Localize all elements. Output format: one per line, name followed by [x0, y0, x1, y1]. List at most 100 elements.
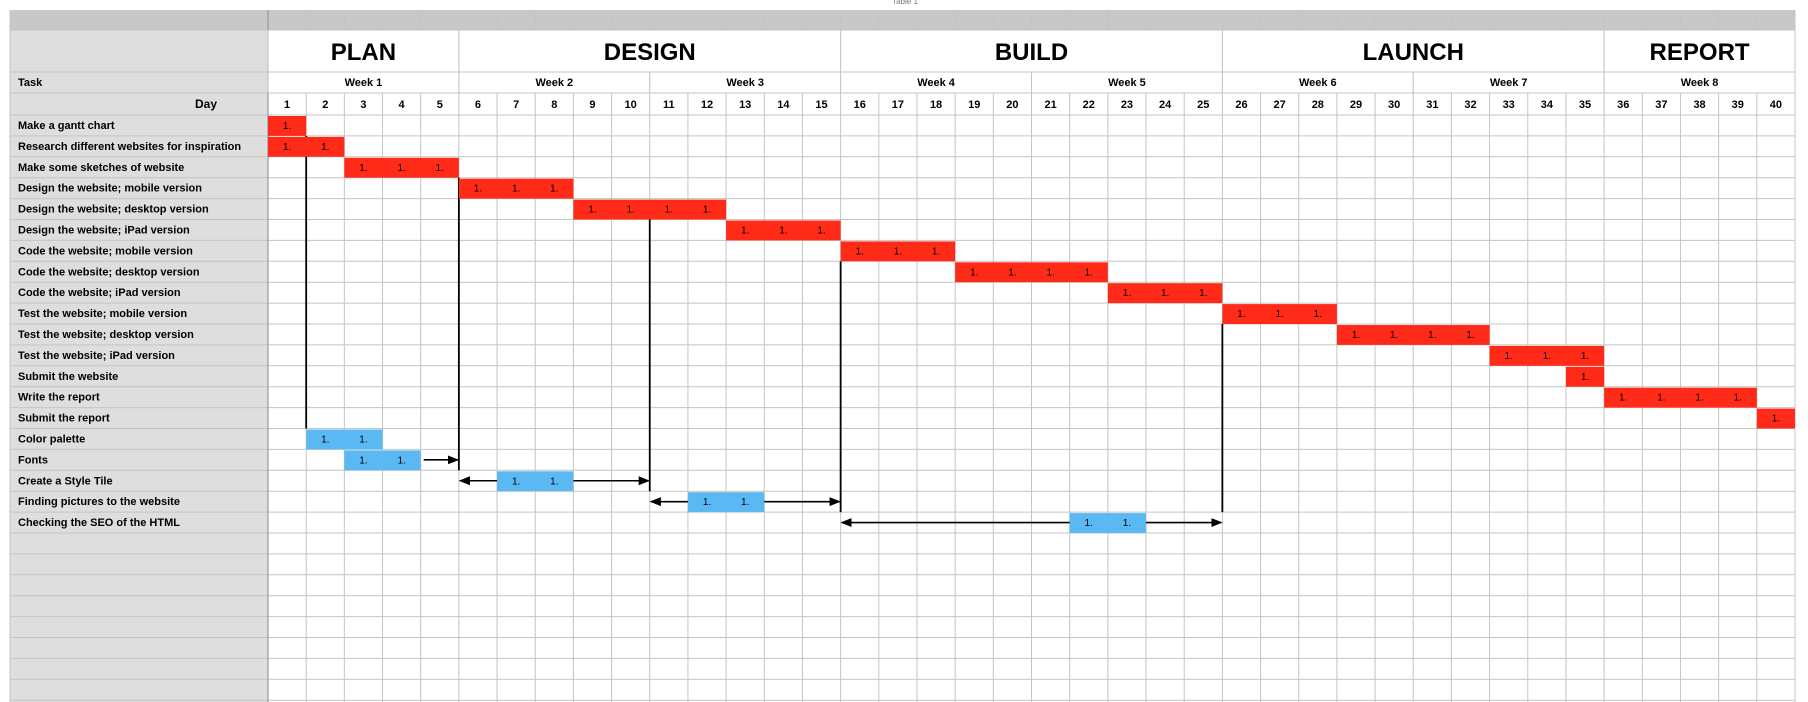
task-name: Code the website; mobile version: [18, 245, 193, 257]
bar-cell-label: 1.: [817, 226, 825, 237]
day-number: 21: [1044, 99, 1056, 111]
task-name: Make some sketches of website: [18, 162, 184, 174]
task-name: Write the report: [18, 392, 100, 404]
task-bar: [497, 471, 574, 492]
day-number: 36: [1617, 99, 1629, 111]
bar-cell-label: 1.: [741, 497, 749, 508]
day-number: 18: [930, 99, 942, 111]
week-label: Week 8: [1681, 77, 1719, 89]
week-label: Week 3: [726, 77, 764, 89]
task-name: Fonts: [18, 454, 48, 466]
task-name: Test the website; iPad version: [18, 350, 175, 362]
day-number: 16: [854, 99, 866, 111]
bar-cell-label: 1.: [1390, 330, 1398, 341]
phase-label: BUILD: [995, 39, 1068, 66]
bar-cell-label: 1.: [1123, 288, 1131, 299]
task-bar: [687, 492, 765, 513]
week-label: Week 2: [535, 77, 573, 89]
week-label: Week 5: [1108, 77, 1146, 89]
title-band: [10, 10, 1795, 30]
day-number: 20: [1006, 99, 1018, 111]
bar-cell-label: 1.: [1085, 267, 1093, 278]
bar-cell-label: 1.: [1772, 414, 1780, 425]
bar-cell-label: 1.: [1237, 309, 1245, 320]
day-number: 4: [399, 99, 406, 111]
sheet-title: Table 1: [892, 0, 918, 6]
day-number: 19: [968, 99, 980, 111]
bar-cell-label: 1.: [550, 184, 558, 195]
task-name: Design the website; mobile version: [18, 183, 202, 195]
bar-cell-label: 1.: [894, 246, 902, 257]
day-number: 7: [513, 99, 519, 111]
bar-cell-label: 1.: [741, 226, 749, 237]
bar-cell-label: 1.: [1657, 393, 1665, 404]
task-column-header: Task: [18, 77, 43, 89]
week-label: Week 7: [1490, 77, 1528, 89]
task-name: Test the website; desktop version: [18, 329, 194, 341]
day-number: 22: [1083, 99, 1095, 111]
task-name: Design the website; iPad version: [18, 225, 190, 237]
day-row-header: Day: [195, 97, 217, 111]
bar-cell-label: 1.: [359, 455, 367, 466]
task-name: Checking the SEO of the HTML: [18, 517, 180, 529]
phase-label: REPORT: [1650, 39, 1750, 66]
bar-cell-label: 1.: [1085, 518, 1093, 529]
day-number: 29: [1350, 99, 1362, 111]
bar-cell-label: 1.: [1046, 267, 1054, 278]
day-number: 13: [739, 99, 751, 111]
day-number: 37: [1655, 99, 1667, 111]
bar-cell-label: 1.: [474, 184, 482, 195]
day-number: 6: [475, 99, 481, 111]
bar-cell-label: 1.: [1543, 351, 1551, 362]
bar-cell-label: 1.: [283, 142, 291, 153]
task-bar: [344, 450, 421, 471]
bar-cell-label: 1.: [1199, 288, 1207, 299]
day-number: 24: [1159, 99, 1172, 111]
task-bar: [268, 136, 345, 157]
bar-cell-label: 1.: [1695, 393, 1703, 404]
day-number: 26: [1235, 99, 1247, 111]
week-label: Week 1: [345, 77, 383, 89]
task-name: Color palette: [18, 434, 85, 446]
bar-cell-label: 1.: [1161, 288, 1169, 299]
bar-cell-label: 1.: [1581, 351, 1589, 362]
bar-cell-label: 1.: [1619, 393, 1627, 404]
task-name: Finding pictures to the website: [18, 496, 180, 508]
day-number: 15: [815, 99, 827, 111]
day-number: 28: [1312, 99, 1324, 111]
bar-cell-label: 1.: [359, 163, 367, 174]
bar-cell-label: 1.: [1352, 330, 1360, 341]
day-number: 8: [551, 99, 557, 111]
phase-label: PLAN: [331, 39, 396, 66]
phase-label: DESIGN: [604, 39, 696, 66]
day-number: 9: [589, 99, 595, 111]
day-number: 27: [1274, 99, 1286, 111]
task-name: Research different websites for inspirat…: [18, 141, 241, 153]
task-name: Test the website; mobile version: [18, 308, 187, 320]
day-number: 12: [701, 99, 713, 111]
bar-cell-label: 1.: [970, 267, 978, 278]
bar-cell-label: 1.: [665, 205, 673, 216]
task-name: Code the website; desktop version: [18, 266, 200, 278]
bar-cell-label: 1.: [1428, 330, 1436, 341]
day-number: 35: [1579, 99, 1591, 111]
day-number: 11: [663, 99, 675, 111]
bar-cell-label: 1.: [436, 163, 444, 174]
bar-cell-label: 1.: [703, 497, 711, 508]
bar-cell-label: 1.: [1581, 372, 1589, 383]
task-name: Submit the report: [18, 413, 110, 425]
task-bar: [1069, 513, 1147, 533]
day-number: 30: [1388, 99, 1400, 111]
bar-cell-label: 1.: [1008, 267, 1016, 278]
day-number: 32: [1464, 99, 1476, 111]
day-number: 5: [437, 99, 443, 111]
phase-label: LAUNCH: [1363, 39, 1464, 66]
day-number: 38: [1693, 99, 1705, 111]
bar-cell-label: 1.: [512, 476, 520, 487]
task-bar: [306, 429, 383, 450]
week-label: Week 6: [1299, 77, 1337, 89]
bar-cell-label: 1.: [779, 226, 787, 237]
bar-cell-label: 1.: [1275, 309, 1283, 320]
bar-cell-label: 1.: [321, 435, 329, 446]
bar-cell-label: 1.: [1123, 518, 1131, 529]
